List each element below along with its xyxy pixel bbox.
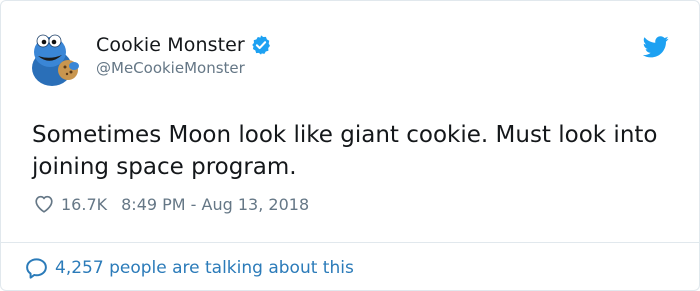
like-count[interactable]: 16.7K <box>61 195 107 214</box>
heart-icon[interactable] <box>33 193 55 215</box>
tweet-card: Cookie Monster @MeCookieMonster Sometime… <box>0 0 700 291</box>
tweet-text: Sometimes Moon look like giant cookie. M… <box>32 122 658 180</box>
author-display-name[interactable]: Cookie Monster <box>96 34 245 56</box>
tweet-meta-row: 16.7K 8:49 PM - Aug 13, 2018 <box>33 192 309 216</box>
discussion-text[interactable]: 4,257 people are talking about this <box>55 258 354 278</box>
cookie-monster-avatar[interactable] <box>30 30 82 88</box>
twitter-bird-icon[interactable] <box>643 36 669 58</box>
author-handle[interactable]: @MeCookieMonster <box>96 59 245 77</box>
speech-bubble-icon <box>26 257 47 279</box>
verified-badge-icon <box>252 35 270 55</box>
discussion-link[interactable]: 4,257 people are talking about this <box>24 255 354 281</box>
author-name-row[interactable]: Cookie Monster <box>96 32 272 58</box>
tweet-timestamp[interactable]: 8:49 PM - Aug 13, 2018 <box>121 195 309 214</box>
divider <box>1 242 699 243</box>
